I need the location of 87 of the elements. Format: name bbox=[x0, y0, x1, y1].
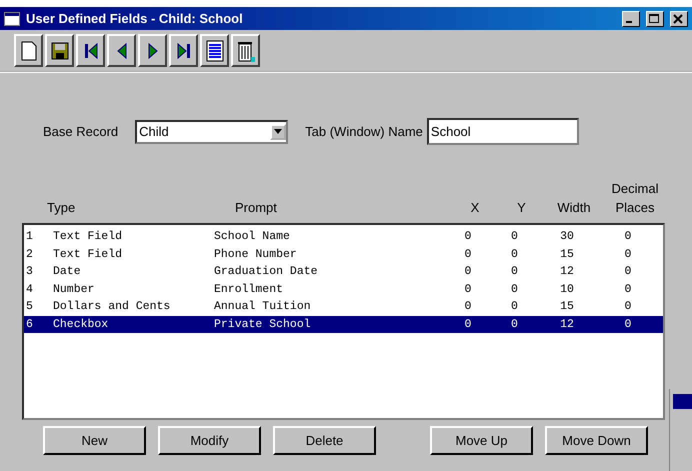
window-title: User Defined Fields - Child: School bbox=[26, 11, 244, 26]
width-cell-text: 10 bbox=[559, 282, 575, 296]
column-header: Type bbox=[46, 199, 76, 217]
list-row[interactable]: 6 Checkbox Private School 0 0 12 0 bbox=[24, 316, 663, 333]
width-cell-text: 15 bbox=[559, 248, 575, 261]
list-row[interactable]: 4 Number Enrollment 0 0 10 0 bbox=[24, 280, 663, 298]
y-cell-text: 0 bbox=[510, 248, 519, 261]
row-number: 2 bbox=[26, 248, 34, 261]
x-cell-text: 0 bbox=[464, 265, 472, 278]
x-cell-text: 0 bbox=[464, 230, 472, 244]
list-row[interactable]: 1 Text Field School Name 0 0 30 0 bbox=[24, 228, 663, 246]
prompt-cell-text: Private School bbox=[214, 318, 312, 331]
row-number: 3 bbox=[26, 265, 34, 278]
last-toolbar-button[interactable] bbox=[169, 34, 198, 67]
width-cell-text: 15 bbox=[559, 300, 575, 314]
list-toolbar-button[interactable] bbox=[200, 34, 229, 67]
base-record-label: Base Record bbox=[43, 124, 118, 139]
width-cell-text: 12 bbox=[559, 318, 575, 331]
x-cell-text: 0 bbox=[464, 300, 472, 314]
prompt-cell-text: Enrollment bbox=[214, 282, 284, 296]
delete-toolbar-button[interactable] bbox=[231, 34, 260, 67]
prev-toolbar-button[interactable] bbox=[107, 34, 136, 67]
dropdown-arrow-icon bbox=[274, 129, 282, 134]
next-icon bbox=[148, 42, 158, 58]
maximize-button[interactable] bbox=[646, 10, 664, 26]
decimal-cell-text: 0 bbox=[624, 265, 632, 278]
base-record-dropdown[interactable]: Child bbox=[135, 120, 288, 144]
y-cell-text: 0 bbox=[510, 282, 519, 296]
window-icon bbox=[4, 12, 20, 26]
column-header: Prompt bbox=[235, 199, 278, 217]
row-number: 4 bbox=[26, 282, 34, 296]
prompt-cell-text: Graduation Date bbox=[214, 265, 319, 278]
row-number: 5 bbox=[26, 300, 34, 314]
type-cell-text: Checkbox bbox=[53, 318, 110, 331]
list-icon bbox=[206, 40, 224, 62]
column-header: X bbox=[470, 199, 480, 217]
action-button[interactable]: New bbox=[43, 426, 146, 455]
tab-name-label: Tab (Window) Name bbox=[305, 124, 423, 139]
action-button[interactable]: Move Down bbox=[545, 426, 648, 455]
type-cell-text: Number bbox=[53, 282, 96, 296]
last-record-icon bbox=[176, 42, 190, 60]
type-cell-text: Date bbox=[53, 265, 82, 278]
decimal-cell-text: 0 bbox=[624, 318, 632, 331]
type-cell-text: Dollars and Cents bbox=[53, 300, 172, 314]
decimal-cell-text: 0 bbox=[624, 300, 632, 314]
prompt-cell-text: Phone Number bbox=[214, 248, 298, 261]
minimize-button[interactable] bbox=[622, 10, 640, 26]
y-cell-text: 0 bbox=[510, 318, 519, 331]
decimal-cell-text: 0 bbox=[624, 230, 632, 244]
action-button[interactable]: Delete bbox=[273, 426, 376, 455]
tab-name-field[interactable]: School bbox=[426, 118, 579, 145]
list-row[interactable]: 5 Dollars and Cents Annual Tuition 0 0 15 0 bbox=[24, 298, 663, 316]
previous-icon bbox=[116, 42, 126, 58]
y-cell-text: 0 bbox=[510, 230, 519, 244]
x-cell-text: 0 bbox=[464, 248, 472, 261]
width-cell-text: 30 bbox=[559, 230, 575, 244]
minimize-icon bbox=[626, 20, 632, 22]
y-cell-text: 0 bbox=[510, 300, 519, 314]
row-number: 1 bbox=[26, 230, 34, 244]
column-header: Width bbox=[556, 199, 592, 217]
column-header: Y bbox=[516, 199, 527, 217]
width-cell-text: 12 bbox=[559, 265, 575, 278]
next-toolbar-button[interactable] bbox=[138, 34, 167, 67]
row-number: 6 bbox=[26, 318, 34, 331]
decimal-cell-text: 0 bbox=[624, 248, 632, 261]
close-button[interactable] bbox=[670, 10, 688, 26]
action-button[interactable]: Modify bbox=[158, 426, 261, 455]
new-toolbar-button[interactable] bbox=[14, 34, 43, 67]
x-cell-text: 0 bbox=[464, 318, 472, 331]
action-button[interactable]: Move Up bbox=[430, 426, 533, 455]
first-record-icon bbox=[84, 42, 98, 60]
type-cell-text: Text Field bbox=[53, 230, 124, 244]
first-toolbar-button[interactable] bbox=[76, 34, 105, 67]
decimal-cell-text: 0 bbox=[624, 282, 632, 296]
prompt-cell-text: School Name bbox=[214, 230, 291, 244]
close-icon bbox=[671, 12, 685, 24]
maximize-icon bbox=[647, 12, 661, 24]
column-header: Decimal Places bbox=[610, 180, 660, 217]
new-page-icon bbox=[20, 40, 36, 60]
save-icon bbox=[50, 42, 68, 60]
type-cell-text: Text Field bbox=[53, 248, 124, 261]
prompt-cell-text: Annual Tuition bbox=[214, 300, 312, 314]
y-cell-text: 0 bbox=[510, 265, 519, 278]
save-toolbar-button[interactable] bbox=[45, 34, 74, 67]
x-cell-text: 0 bbox=[464, 282, 472, 296]
list-row[interactable]: 2 Text Field Phone Number 0 0 15 0 bbox=[24, 246, 663, 263]
list-row[interactable]: 3 Date Graduation Date 0 0 12 0 bbox=[24, 263, 663, 280]
